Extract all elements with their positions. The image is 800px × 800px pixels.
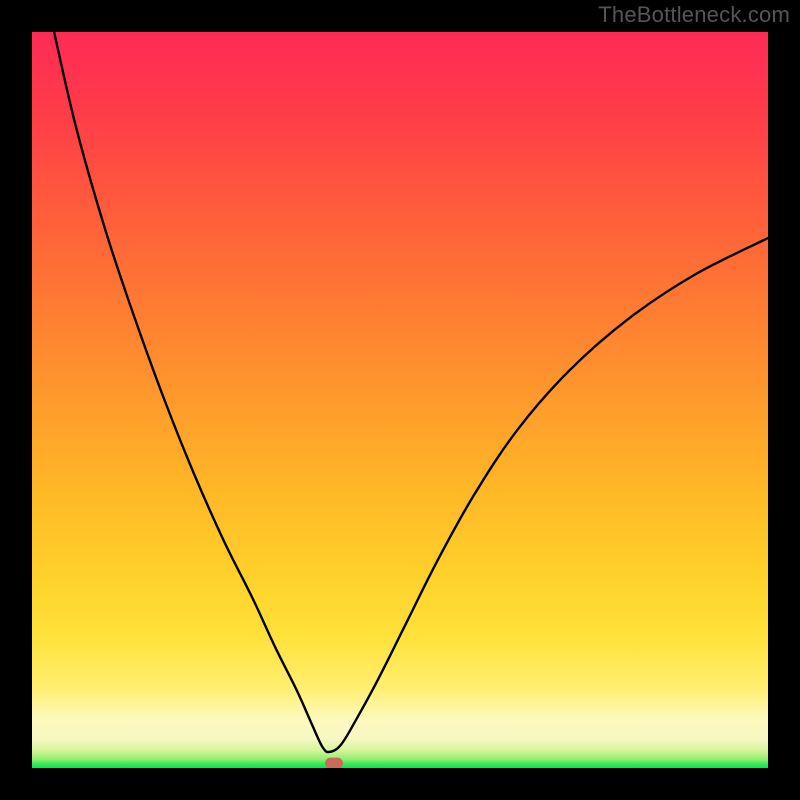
plot-area xyxy=(32,32,768,768)
curve-layer xyxy=(32,32,768,768)
attribution-label: TheBottleneck.com xyxy=(598,2,790,28)
bottleneck-curve xyxy=(54,32,768,752)
chart-container: TheBottleneck.com xyxy=(0,0,800,800)
notch-marker xyxy=(325,758,343,768)
